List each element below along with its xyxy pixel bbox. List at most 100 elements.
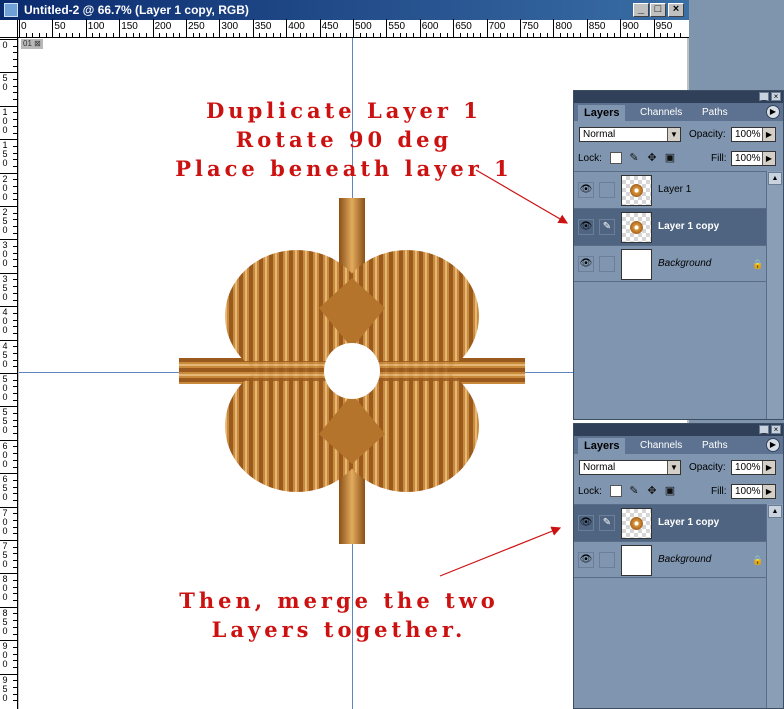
ruler-tick [653, 19, 655, 37]
blend-mode-select[interactable]: Normal ▼ [579, 127, 681, 142]
scroll-up-button[interactable]: ▲ [768, 172, 782, 185]
lock-transparency-icon[interactable] [610, 152, 622, 164]
brush-icon[interactable]: ✎ [599, 219, 615, 235]
palette-title-bar[interactable]: _ × [574, 91, 783, 103]
ruler-tick [620, 19, 622, 37]
ruler-minor-tick [212, 33, 214, 37]
ruler-label: 100 [87, 21, 105, 32]
ruler-minor-tick [406, 33, 408, 37]
tab-channels[interactable]: Channels [634, 438, 688, 454]
ruler-label: 450 [321, 21, 339, 32]
thumbnail-art [630, 221, 643, 234]
palette-minimize-button[interactable]: _ [759, 92, 769, 101]
layers-scrollbar[interactable]: ▲ [766, 504, 783, 708]
ruler-minor-tick [13, 45, 17, 47]
layers-scrollbar[interactable]: ▲ [766, 171, 783, 419]
ruler-label: 150 [121, 21, 138, 32]
eye-icon[interactable]: 👁 [578, 219, 594, 235]
layer-thumbnail [621, 508, 652, 539]
layer-row[interactable]: 👁 ✎ Layer 1 copy [574, 208, 766, 245]
fill-field[interactable]: 100% ▶ [731, 151, 776, 166]
palette-menu-icon[interactable]: ▶ [766, 438, 780, 452]
ruler-minor-tick [13, 433, 17, 435]
link-slot[interactable] [599, 552, 615, 568]
annotation-bottom-line-2: Layers together. [211, 617, 467, 642]
ruler-minor-tick [546, 33, 548, 37]
ruler-label: 350 [2, 273, 8, 302]
brush-icon[interactable]: ✎ [599, 515, 615, 531]
scroll-up-button[interactable]: ▲ [768, 505, 782, 518]
palette-menu-icon[interactable]: ▶ [766, 105, 780, 119]
ruler-label: 900 [622, 21, 639, 32]
title-bar[interactable]: Untitled-2 @ 66.7% (Layer 1 copy, RGB) _… [0, 0, 689, 20]
palette-tabs: Layers Channels Paths [574, 436, 783, 454]
ruler-minor-tick [13, 132, 17, 134]
opacity-field[interactable]: 100% ▶ [731, 127, 776, 142]
horizontal-ruler[interactable]: 0 50 100 150 200 250 300 350 400 450 500 550 600 650 7… [18, 19, 689, 38]
ruler-label: 200 [154, 21, 172, 32]
ruler-label: 400 [2, 307, 8, 336]
ruler-minor-tick [13, 626, 17, 628]
tab-paths[interactable]: Paths [696, 105, 734, 121]
ruler-tick [19, 19, 20, 37]
ruler-minor-tick [13, 145, 17, 147]
lock-position-move-icon[interactable]: ✥ [646, 485, 658, 497]
ruler-label: 750 [2, 541, 8, 569]
ruler-minor-tick [13, 179, 17, 181]
ruler-minor-tick [606, 33, 608, 37]
ruler-minor-tick [13, 346, 17, 348]
layer-row[interactable]: 👁 Background 🔒 [574, 541, 766, 578]
lock-transparency-icon[interactable] [610, 485, 622, 497]
vertical-ruler[interactable]: 0 50 100 150 200 250 300 350 400 450 500 550 600 650 7… [0, 38, 18, 709]
close-button[interactable]: × [668, 3, 684, 17]
lock-image-brush-icon[interactable]: ✎ [628, 485, 640, 497]
palette-minimize-button[interactable]: _ [759, 425, 769, 434]
link-slot[interactable] [599, 256, 615, 272]
maximize-button[interactable]: □ [650, 3, 666, 17]
ruler-minor-tick [373, 33, 375, 37]
lock-all-icon[interactable]: ▣ [664, 152, 676, 164]
eye-icon[interactable]: 👁 [578, 256, 594, 272]
link-slot[interactable] [599, 182, 615, 198]
ruler-label: 650 [2, 474, 8, 503]
eye-icon[interactable]: 👁 [578, 182, 594, 198]
tab-channels[interactable]: Channels [634, 105, 688, 121]
eye-icon[interactable]: 👁 [578, 552, 594, 568]
lock-icon: 🔒 [752, 555, 764, 565]
eye-icon[interactable]: 👁 [578, 515, 594, 531]
layer-row[interactable]: 👁 ✎ Layer 1 copy [574, 504, 766, 541]
ruler-minor-tick [13, 633, 17, 635]
lock-all-icon[interactable]: ▣ [664, 485, 676, 497]
ruler-minor-tick [540, 33, 542, 37]
fill-field[interactable]: 100% ▶ [731, 484, 776, 499]
ruler-label: 150 [2, 140, 8, 169]
layer-row[interactable]: 👁 Layer 1 [574, 171, 766, 208]
ruler-minor-tick [13, 326, 17, 328]
ruler-minor-tick [13, 52, 17, 54]
palette-close-button[interactable]: × [771, 92, 781, 101]
ruler-minor-tick [600, 33, 602, 37]
ruler-minor-tick [13, 232, 17, 234]
ruler-minor-tick [13, 593, 17, 595]
opacity-field[interactable]: 100% ▶ [731, 460, 776, 475]
ruler-label: 50 [54, 21, 66, 32]
blend-mode-select[interactable]: Normal ▼ [579, 460, 681, 475]
layer-row[interactable]: 👁 Background 🔒 [574, 245, 766, 282]
ruler-origin[interactable] [0, 20, 18, 38]
ruler-minor-tick [13, 352, 17, 354]
ruler-minor-tick [179, 33, 181, 37]
lock-image-brush-icon[interactable]: ✎ [628, 152, 640, 164]
palette-close-button[interactable]: × [771, 425, 781, 434]
minimize-button[interactable]: _ [633, 3, 649, 17]
layer-name: Layer 1 copy [658, 517, 720, 528]
ruler-minor-tick [25, 33, 27, 37]
tab-layers[interactable]: Layers [578, 105, 626, 121]
ruler-minor-tick [13, 399, 17, 401]
ruler-label: 200 [2, 173, 8, 202]
lock-position-move-icon[interactable]: ✥ [646, 152, 658, 164]
tab-layers[interactable]: Layers [578, 438, 626, 454]
blend-mode-value: Normal [583, 462, 616, 473]
palette-title-bar[interactable]: _ × [574, 424, 783, 436]
tab-paths[interactable]: Paths [696, 438, 734, 454]
ruler-label: 950 [2, 674, 8, 703]
